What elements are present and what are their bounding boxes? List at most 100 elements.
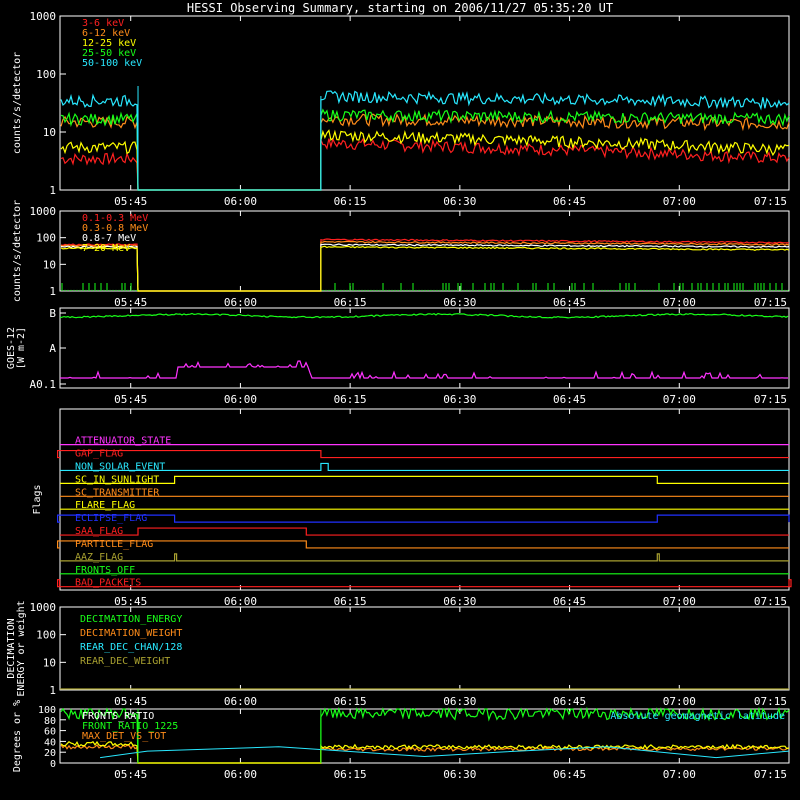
- flag-line-sc_in_sunlight: [60, 475, 789, 484]
- y-tick-label: 1000: [30, 205, 57, 218]
- y-tick-label: 100: [36, 629, 56, 642]
- flag-line-particle_flag: [57, 540, 789, 549]
- y-tick-label: 1: [49, 285, 56, 298]
- x-tick-label: 05:45: [114, 195, 147, 208]
- x-tick-label: 06:45: [553, 768, 586, 781]
- legend-p6-3: MAX_DET_VS_TOT: [82, 731, 166, 742]
- x-tick-label: 06:00: [224, 768, 257, 781]
- x-tick-label: 05:45: [114, 768, 147, 781]
- y-tick-label: B: [49, 307, 56, 320]
- flag-label-saa_flag: SAA_FLAG: [75, 526, 123, 537]
- x-tick-label: 06:15: [334, 695, 367, 708]
- x-tick-label: 07:15: [754, 595, 787, 608]
- legend-p1-5: 50-100 keV: [82, 58, 142, 69]
- y-tick-label: 100: [36, 232, 56, 245]
- x-tick-label: 07:00: [663, 768, 696, 781]
- y-axis-label-5-2: ENERGY or weight: [16, 600, 27, 696]
- x-tick-label: 06:30: [443, 695, 476, 708]
- x-tick-label: 07:15: [754, 296, 787, 309]
- y-tick-label: 1000: [30, 10, 57, 23]
- y-tick-label: 0: [50, 759, 56, 770]
- flag-line-non_solar_event: [60, 462, 789, 472]
- flag-label-bad_packets: BAD_PACKETS: [75, 578, 141, 589]
- x-tick-label: 06:45: [553, 296, 586, 309]
- x-tick-label: 06:00: [224, 393, 257, 406]
- flag-label-fronts_off: FRONTS_OFF: [75, 565, 135, 576]
- y-tick-label: A0.1: [30, 378, 57, 391]
- y-tick-label: 1: [49, 184, 56, 197]
- x-tick-label: 06:45: [553, 195, 586, 208]
- x-tick-label: 05:45: [114, 595, 147, 608]
- x-tick-label: 07:15: [754, 768, 787, 781]
- y-tick-label: 10: [43, 126, 56, 139]
- latitude-annotation: Absolute geomagnetic latitude: [610, 711, 785, 722]
- x-tick-label: 06:30: [443, 195, 476, 208]
- y-axis-label-4: Flags: [32, 484, 43, 514]
- x-tick-label: 06:15: [334, 595, 367, 608]
- y-tick-label: 60: [44, 727, 56, 738]
- x-tick-label: 07:00: [663, 595, 696, 608]
- flag-label-sc_in_sunlight: SC_IN_SUNLIGHT: [75, 474, 159, 485]
- series-orange-p1: [60, 113, 790, 191]
- y-axis-label-3-2: [W m-2]: [16, 327, 27, 369]
- x-tick-label: 07:00: [663, 195, 696, 208]
- legend-p5-3: REAR_DEC_CHAN/128: [80, 642, 182, 653]
- x-tick-label: 06:45: [553, 595, 586, 608]
- y-axis-label-6: Degrees or %: [12, 700, 23, 772]
- x-tick-label: 06:30: [443, 768, 476, 781]
- y-tick-label: 80: [44, 716, 56, 727]
- flag-line-saa_flag: [60, 527, 789, 536]
- y-axis-label-1: counts/s/detector: [12, 52, 23, 154]
- y-tick-label: 100: [38, 705, 56, 716]
- flag-label-sc_transmitter: SC_TRANSMITTER: [75, 487, 160, 498]
- x-tick-label: 06:15: [334, 296, 367, 309]
- flag-label-aaz_flag: AAZ_FLAG: [75, 552, 123, 563]
- x-tick-label: 06:15: [334, 393, 367, 406]
- y-tick-label: 10: [43, 258, 56, 271]
- x-tick-label: 06:30: [443, 393, 476, 406]
- flag-label-gap_flag: GAP_FLAG: [75, 449, 123, 460]
- flag-line-eclipse_flag: [57, 514, 790, 523]
- legend-p5-2: DECIMATION_WEIGHT: [80, 628, 182, 639]
- flag-label-attenuator_state: ATTENUATOR_STATE: [75, 436, 171, 447]
- flag-label-particle_flag: PARTICLE_FLAG: [75, 539, 153, 550]
- series-green-p1: [60, 108, 790, 191]
- x-tick-label: 05:45: [114, 393, 147, 406]
- x-tick-label: 06:00: [224, 695, 257, 708]
- x-tick-label: 07:00: [663, 393, 696, 406]
- flag-line-bad_packets: [57, 579, 792, 588]
- y-tick-label: A: [49, 342, 56, 355]
- legend-p5-4: REAR_DEC_WEIGHT: [80, 656, 170, 667]
- y-tick-label: 20: [44, 748, 56, 759]
- y-tick-label: 100: [36, 68, 56, 81]
- y-axis-label-2: counts/s/detector: [12, 200, 23, 302]
- x-tick-label: 06:00: [224, 296, 257, 309]
- x-tick-label: 07:00: [663, 296, 696, 309]
- flag-label-flare_flag: FLARE_FLAG: [75, 500, 135, 511]
- x-tick-label: 06:15: [334, 195, 367, 208]
- x-tick-label: 07:15: [754, 695, 787, 708]
- x-tick-label: 06:00: [224, 595, 257, 608]
- series-red-p1: [60, 137, 790, 191]
- flag-line-gap_flag: [57, 449, 789, 459]
- x-tick-label: 06:30: [443, 296, 476, 309]
- x-tick-label: 05:45: [114, 695, 147, 708]
- x-tick-label: 06:30: [443, 595, 476, 608]
- x-tick-label: 05:45: [114, 296, 147, 309]
- chart-figure: 05:45 06:00 06:15 06:30 06:45 07:00 07:1511010…: [6, 10, 792, 781]
- flag-line-aaz_flag: [60, 553, 789, 562]
- x-tick-label: 07:00: [663, 695, 696, 708]
- y-tick-label: 10: [43, 656, 56, 669]
- legend-p5-1: DECIMATION_ENERGY: [80, 614, 182, 625]
- y-tick-label: 1000: [30, 601, 57, 614]
- x-tick-label: 06:15: [334, 768, 367, 781]
- x-tick-label: 06:45: [553, 393, 586, 406]
- goes-long-channel: [59, 312, 789, 319]
- y-tick-label: 1: [49, 684, 56, 697]
- x-tick-label: 06:00: [224, 195, 257, 208]
- flag-label-non_solar_event: NON_SOLAR_EVENT: [75, 461, 165, 472]
- x-tick-label: 07:15: [754, 393, 787, 406]
- series-yellow-p1: [60, 129, 789, 191]
- flag-label-eclipse_flag: ECLIPSE_FLAG: [75, 513, 147, 524]
- y-tick-label: 40: [44, 737, 56, 748]
